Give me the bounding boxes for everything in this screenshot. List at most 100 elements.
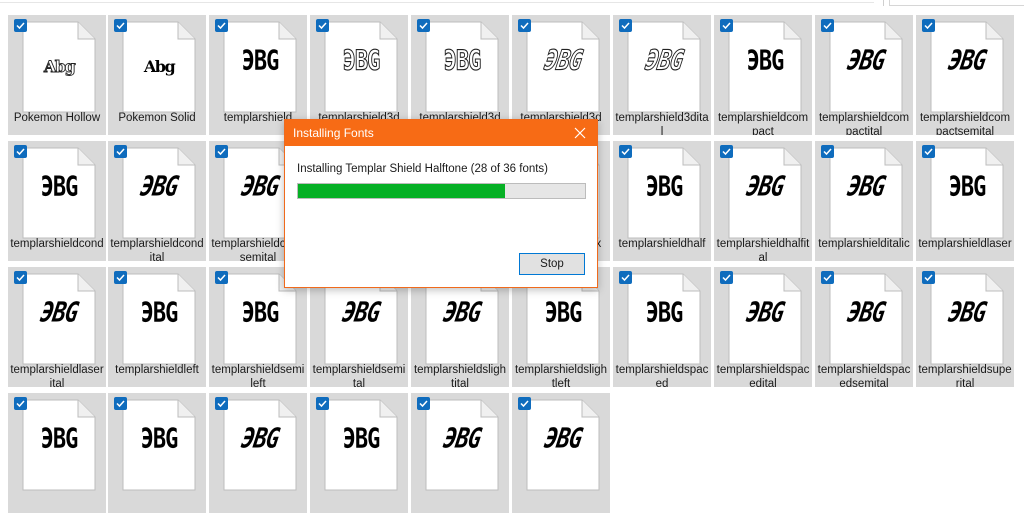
selected-checkbox[interactable] (720, 271, 733, 284)
font-file-tile[interactable]: ЭBG templarshield3d (310, 15, 408, 135)
font-file-tile[interactable]: ЭBG templarshieldhalfital (714, 141, 812, 261)
font-file-tile[interactable]: ЭBG templarshieldcompactsemital (916, 15, 1014, 135)
selected-checkbox[interactable] (922, 145, 935, 158)
font-file-tile[interactable]: ЭBG templarshieldcondital (108, 141, 206, 261)
checkmark-icon (318, 22, 327, 30)
font-file-tile[interactable]: ЭBG templarshield3dital (613, 15, 711, 135)
checkmark-icon (419, 22, 428, 30)
install-status-text: Installing Templar Shield Halftone (28 o… (297, 163, 549, 175)
font-file-tile[interactable]: Abg Pokemon Solid (108, 15, 206, 135)
font-file-tile[interactable]: ЭBG templarshield3d (512, 15, 610, 135)
font-file-tile[interactable]: ЭBG templarshieldsuperital (916, 267, 1014, 387)
font-file-tile[interactable]: ЭBG (209, 393, 307, 513)
font-file-name: templarshieldhalfital (716, 238, 810, 261)
font-file-icon: Abg (122, 21, 196, 113)
font-file-tile[interactable]: ЭBG templarshieldcompact (714, 15, 812, 135)
font-file-name: templarshieldleft (115, 364, 199, 376)
font-preview-glyph: ЭBG (40, 171, 79, 204)
selected-checkbox[interactable] (518, 19, 531, 32)
selected-checkbox[interactable] (619, 145, 632, 158)
selected-checkbox[interactable] (114, 397, 127, 410)
font-file-tile[interactable]: ЭBG templarshield3d (411, 15, 509, 135)
font-file-name: templarshieldspacedital (716, 364, 810, 387)
selected-checkbox[interactable] (417, 397, 430, 410)
font-preview-glyph: ЭBG (544, 297, 583, 330)
dialog-titlebar[interactable]: Installing Fonts (285, 120, 597, 146)
selected-checkbox[interactable] (215, 397, 228, 410)
selected-checkbox[interactable] (114, 19, 127, 32)
font-file-tile[interactable]: ЭBG (108, 393, 206, 513)
selected-checkbox[interactable] (316, 397, 329, 410)
font-file-tile[interactable]: ЭBG templarshieldleft (108, 267, 206, 387)
selected-checkbox[interactable] (215, 19, 228, 32)
font-file-icon: ЭBG (223, 21, 297, 113)
font-file-icon: ЭBG (627, 273, 701, 365)
font-file-tile[interactable]: ЭBG (512, 393, 610, 513)
font-preview-glyph: ЭBG (541, 45, 585, 78)
font-file-icon: ЭBG (22, 399, 96, 491)
selected-checkbox[interactable] (14, 19, 27, 32)
font-preview-glyph: ЭBG (37, 297, 81, 330)
font-preview-glyph: ЭBG (342, 423, 381, 456)
font-preview-glyph: ЭBG (241, 45, 280, 78)
font-preview-glyph: ЭBG (645, 297, 684, 330)
font-file-tile[interactable]: ЭBG (411, 393, 509, 513)
font-preview-glyph: ЭBG (238, 423, 282, 456)
selected-checkbox[interactable] (114, 271, 127, 284)
checkmark-icon (16, 148, 25, 156)
font-file-icon: ЭBG (627, 21, 701, 113)
font-file-icon: ЭBG (223, 399, 297, 491)
font-preview-glyph: ЭBG (642, 45, 686, 78)
selected-checkbox[interactable] (720, 145, 733, 158)
checkmark-icon (116, 148, 125, 156)
font-file-tile[interactable]: ЭBG templarshielditalic (815, 141, 913, 261)
font-file-tile[interactable]: ЭBG templarshieldspacedital (714, 267, 812, 387)
font-preview-glyph: ЭBG (137, 171, 181, 204)
font-file-tile[interactable]: ЭBG templarshieldspaced (613, 267, 711, 387)
selected-checkbox[interactable] (14, 145, 27, 158)
selected-checkbox[interactable] (215, 271, 228, 284)
font-preview-glyph: ЭBG (140, 297, 179, 330)
selected-checkbox[interactable] (720, 19, 733, 32)
font-file-tile[interactable]: Abg Pokemon Hollow (8, 15, 106, 135)
selected-checkbox[interactable] (14, 271, 27, 284)
font-file-name: templarshieldcond (10, 238, 104, 250)
selected-checkbox[interactable] (114, 145, 127, 158)
selected-checkbox[interactable] (922, 271, 935, 284)
font-file-tile[interactable]: ЭBG templarshieldspacedsemital (815, 267, 913, 387)
font-file-tile[interactable]: ЭBG (310, 393, 408, 513)
selected-checkbox[interactable] (316, 19, 329, 32)
font-preview-glyph: ЭBG (541, 423, 585, 456)
search-box-edge[interactable] (889, 0, 1024, 6)
font-file-tile[interactable]: ЭBG templarshieldhalf (613, 141, 711, 261)
font-file-icon: ЭBG (526, 21, 600, 113)
font-file-icon: ЭBG (627, 147, 701, 239)
selected-checkbox[interactable] (215, 145, 228, 158)
font-file-tile[interactable]: ЭBG templarshield (209, 15, 307, 135)
font-preview-glyph: ЭBG (645, 171, 684, 204)
font-file-tile[interactable]: ЭBG (8, 393, 106, 513)
font-file-tile[interactable]: ЭBG templarshieldlaserital (8, 267, 106, 387)
font-preview-glyph: ЭBG (339, 297, 383, 330)
font-file-icon: ЭBG (930, 21, 1004, 113)
selected-checkbox[interactable] (922, 19, 935, 32)
checkmark-icon (823, 274, 832, 282)
font-file-icon: ЭBG (728, 147, 802, 239)
selected-checkbox[interactable] (821, 271, 834, 284)
font-file-tile[interactable]: ЭBG templarshieldlaser (916, 141, 1014, 261)
checkmark-icon (924, 22, 933, 30)
selected-checkbox[interactable] (821, 145, 834, 158)
checkmark-icon (217, 22, 226, 30)
font-file-tile[interactable]: ЭBG templarshieldcompactital (815, 15, 913, 135)
font-file-tile[interactable]: ЭBG templarshieldcond (8, 141, 106, 261)
selected-checkbox[interactable] (821, 19, 834, 32)
close-button[interactable] (563, 120, 597, 146)
selected-checkbox[interactable] (518, 397, 531, 410)
selected-checkbox[interactable] (14, 397, 27, 410)
font-file-icon: ЭBG (829, 21, 903, 113)
selected-checkbox[interactable] (619, 271, 632, 284)
font-preview-glyph: Abg (43, 57, 76, 77)
selected-checkbox[interactable] (619, 19, 632, 32)
selected-checkbox[interactable] (417, 19, 430, 32)
stop-button[interactable]: Stop (519, 253, 585, 275)
